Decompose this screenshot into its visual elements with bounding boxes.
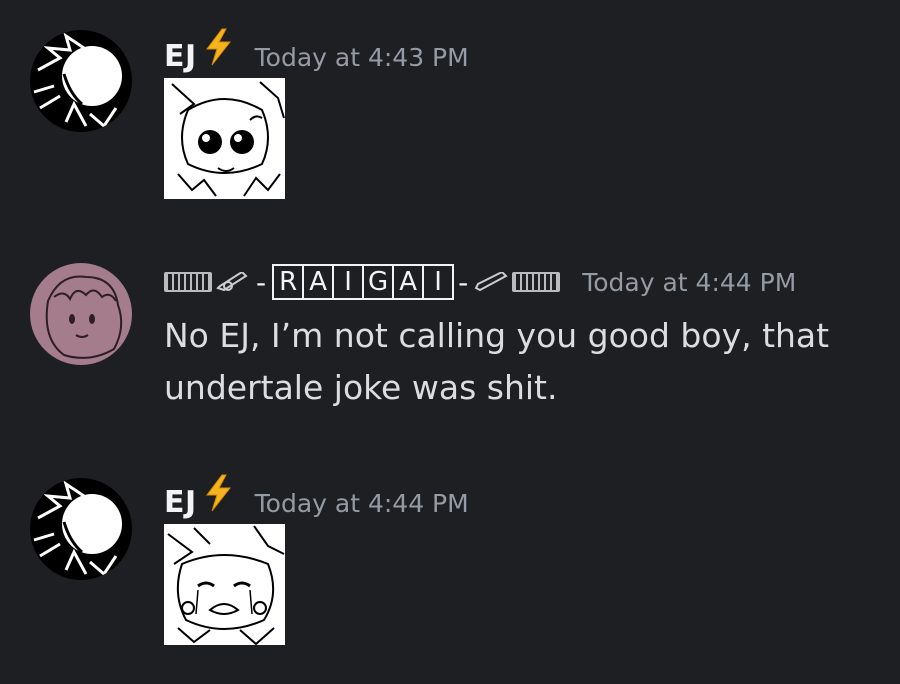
username[interactable]: EJ: [164, 39, 197, 74]
name-dash: -: [458, 265, 469, 299]
keyboard-icon: [512, 272, 561, 292]
boxed-letter: R: [272, 264, 305, 300]
username[interactable]: - R A I G A I -: [164, 262, 561, 302]
avatar-ej[interactable]: [30, 30, 132, 132]
pencil-icon: [474, 272, 508, 292]
message-header: - R A I G A I - Today at 4:44 PM: [164, 262, 796, 302]
timestamp[interactable]: Today at 4:43 PM: [255, 43, 469, 72]
boxed-letter: A: [392, 264, 425, 300]
keyboard-icon: [164, 272, 212, 292]
boxed-name: R A I G A I: [272, 264, 455, 300]
boxed-letter: I: [422, 264, 455, 300]
username[interactable]: EJ: [164, 485, 197, 520]
writing-hand-icon: [216, 272, 248, 292]
boxed-letter: A: [302, 264, 335, 300]
lightning-bolt-icon: [205, 474, 231, 512]
boxed-letter: G: [362, 264, 395, 300]
timestamp[interactable]: Today at 4:44 PM: [582, 268, 796, 297]
name-dash: -: [256, 265, 267, 299]
sticker-image[interactable]: [164, 78, 285, 199]
avatar-ej[interactable]: [30, 478, 132, 580]
lightning-bolt-icon: [205, 28, 231, 66]
sticker-image[interactable]: [164, 524, 285, 645]
message-text: No EJ, I’m not calling you good boy, tha…: [164, 316, 830, 407]
message-header: EJ Today at 4:43 PM: [164, 28, 469, 74]
avatar-raigai[interactable]: [30, 263, 132, 365]
timestamp[interactable]: Today at 4:44 PM: [255, 489, 469, 518]
boxed-letter: I: [332, 264, 365, 300]
message-header: EJ Today at 4:44 PM: [164, 474, 469, 520]
chat-messages: EJ Today at 4:43 PM - R A I G A I - Toda…: [0, 0, 900, 684]
